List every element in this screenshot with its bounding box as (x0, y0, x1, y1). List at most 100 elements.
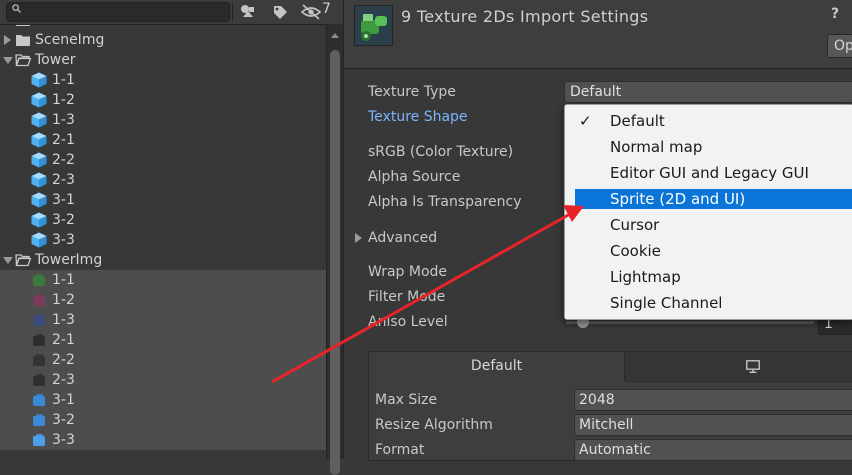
tree-item-label: 3-2 (52, 412, 75, 428)
tree-item-label: 2-2 (52, 352, 75, 368)
format-dropdown[interactable]: Automatic (574, 439, 852, 461)
popup-option-label: Cookie (610, 242, 661, 260)
popup-option-single-channel[interactable]: Single Channel (575, 293, 852, 313)
advanced-foldout-label[interactable]: Advanced (368, 230, 437, 246)
popup-option-label: Lightmap (610, 268, 681, 286)
filter-by-type-icon[interactable] (234, 2, 262, 22)
srgb-label: sRGB (Color Texture) (368, 144, 514, 160)
tree-asset-item[interactable]: 2-1 (0, 330, 326, 350)
popup-option-lightmap[interactable]: Lightmap (575, 267, 852, 287)
tab-default[interactable]: Default (369, 352, 625, 381)
popup-option-cursor[interactable]: Cursor (575, 215, 852, 235)
texture-shape-label: Texture Shape (368, 109, 468, 125)
popup-option-cookie[interactable]: Cookie (575, 241, 852, 261)
expand-arrow-icon[interactable] (3, 57, 13, 64)
tree-asset-item[interactable]: 3-2 (0, 410, 326, 430)
advanced-foldout-icon[interactable] (355, 233, 362, 243)
scroll-up-icon[interactable] (331, 33, 339, 38)
tree-asset-item[interactable]: 3-2 (0, 210, 326, 230)
open-folder-icon (15, 254, 31, 267)
open-button[interactable]: Op (827, 34, 852, 58)
aniso-level-slider[interactable] (566, 321, 814, 324)
prefab-cube-icon (31, 92, 47, 108)
texture-thumbnail-icon (33, 374, 45, 386)
tree-asset-item[interactable]: 2-1 (0, 130, 326, 150)
tree-asset-item[interactable]: 3-3 (0, 430, 326, 450)
tree-item-label: 1-2 (52, 92, 75, 108)
prefab-cube-icon (31, 72, 47, 88)
texture-thumbnail-icon (33, 274, 45, 286)
format-label: Format (375, 442, 425, 458)
resize-algorithm-dropdown[interactable]: Mitchell (574, 414, 852, 436)
popup-option-normal-map[interactable]: Normal map (575, 137, 852, 157)
prefab-cube-icon (31, 232, 47, 248)
tree-asset-item[interactable]: 2-2 (0, 150, 326, 170)
tree-item-label: 2-1 (52, 332, 75, 348)
alpha-is-transparency-label: Alpha Is Transparency (368, 194, 522, 210)
tree-asset-item[interactable]: 2-2 (0, 350, 326, 370)
alpha-source-label: Alpha Source (368, 169, 461, 185)
tree-asset-item[interactable]: 3-1 (0, 190, 326, 210)
tree-item-label: 3-3 (52, 432, 75, 448)
popup-option-editor-gui-and-legacy-gui[interactable]: Editor GUI and Legacy GUI (575, 163, 852, 183)
texture-thumbnail-icon (33, 314, 45, 326)
prefab-cube-icon (31, 172, 47, 188)
prefab-cube-icon (31, 152, 47, 168)
tree-item-label: 1-2 (52, 292, 75, 308)
filter-by-label-icon[interactable] (266, 2, 294, 22)
tree-asset-item[interactable]: 1-2 (0, 290, 326, 310)
tree-item-label: 1-1 (52, 72, 75, 88)
aniso-level-label: Aniso Level (368, 314, 448, 330)
platform-settings: Default Max Size 2048 Resize Algorithm M… (368, 351, 852, 461)
tree-item-label: Tower (35, 52, 76, 68)
tree-asset-item[interactable]: 2-3 (0, 170, 326, 190)
texture-thumbnail-icon (33, 334, 45, 346)
tree-item-label: 2-3 (52, 172, 75, 188)
tree-asset-item[interactable]: 1-3 (0, 310, 326, 330)
tree-asset-item[interactable]: 3-1 (0, 390, 326, 410)
tree-item-label: 1-3 (52, 112, 75, 128)
texture-type-popup-menu: ✓ Default Normal map Editor GUI and Legacy … (564, 104, 852, 320)
wrap-mode-label: Wrap Mode (368, 264, 448, 280)
collapse-arrow-icon[interactable] (4, 35, 11, 45)
hidden-packages-icon[interactable] (300, 2, 322, 22)
project-toolbar: 7 (0, 0, 342, 25)
max-size-dropdown[interactable]: 2048 (574, 389, 852, 411)
monitor-icon (746, 360, 760, 373)
inspector-title: 9 Texture 2Ds Import Settings (401, 7, 649, 26)
expand-arrow-icon[interactable] (3, 257, 13, 264)
tree-folder-item[interactable]: SceneImg (0, 30, 326, 50)
tab-standalone[interactable] (625, 352, 852, 382)
tree-scrollbar[interactable] (326, 24, 343, 475)
scrollbar-thumb[interactable] (330, 50, 340, 475)
tree-asset-item[interactable]: 1-2 (0, 90, 326, 110)
texture-thumbnail-icon (33, 294, 45, 306)
prefab-cube-icon (31, 132, 47, 148)
texture-type-dropdown[interactable]: Default (564, 81, 852, 103)
popup-option-label: Single Channel (610, 294, 723, 312)
inspector-header: 9 Texture 2Ds Import Settings ? Op (344, 0, 852, 69)
max-size-label: Max Size (375, 392, 438, 408)
help-icon[interactable]: ? (831, 6, 839, 22)
search-input[interactable] (6, 2, 230, 22)
tree-asset-item[interactable]: 1-1 (0, 70, 326, 90)
tree-folder-item[interactable]: TowerImg (0, 250, 326, 270)
tree-item-label: SceneImg (35, 32, 105, 48)
popup-option-default[interactable]: ✓ Default (575, 111, 852, 131)
filter-mode-label: Filter Mode (368, 289, 446, 305)
texture-preview-icon (354, 5, 393, 46)
popup-option-label: Sprite (2D and UI) (610, 190, 746, 208)
open-folder-icon (15, 54, 31, 67)
search-icon (12, 4, 21, 13)
popup-option-sprite-2d-and-ui[interactable]: Sprite (2D and UI) (575, 189, 852, 209)
tree-asset-item[interactable]: 1-3 (0, 110, 326, 130)
tree-asset-item[interactable]: 1-1 (0, 270, 326, 290)
tree-asset-item[interactable]: 3-3 (0, 230, 326, 250)
folder-icon (16, 35, 30, 46)
tree-asset-item[interactable]: 2-3 (0, 370, 326, 390)
tree-item-label: 3-1 (52, 192, 75, 208)
prefab-cube-icon (31, 212, 47, 228)
tree-folder-item[interactable]: Tower (0, 50, 326, 70)
tree-item-label: 3-2 (52, 212, 75, 228)
project-tree: RoleSceneImgTower1-11-21-32-12-22-33-13-… (0, 12, 326, 459)
